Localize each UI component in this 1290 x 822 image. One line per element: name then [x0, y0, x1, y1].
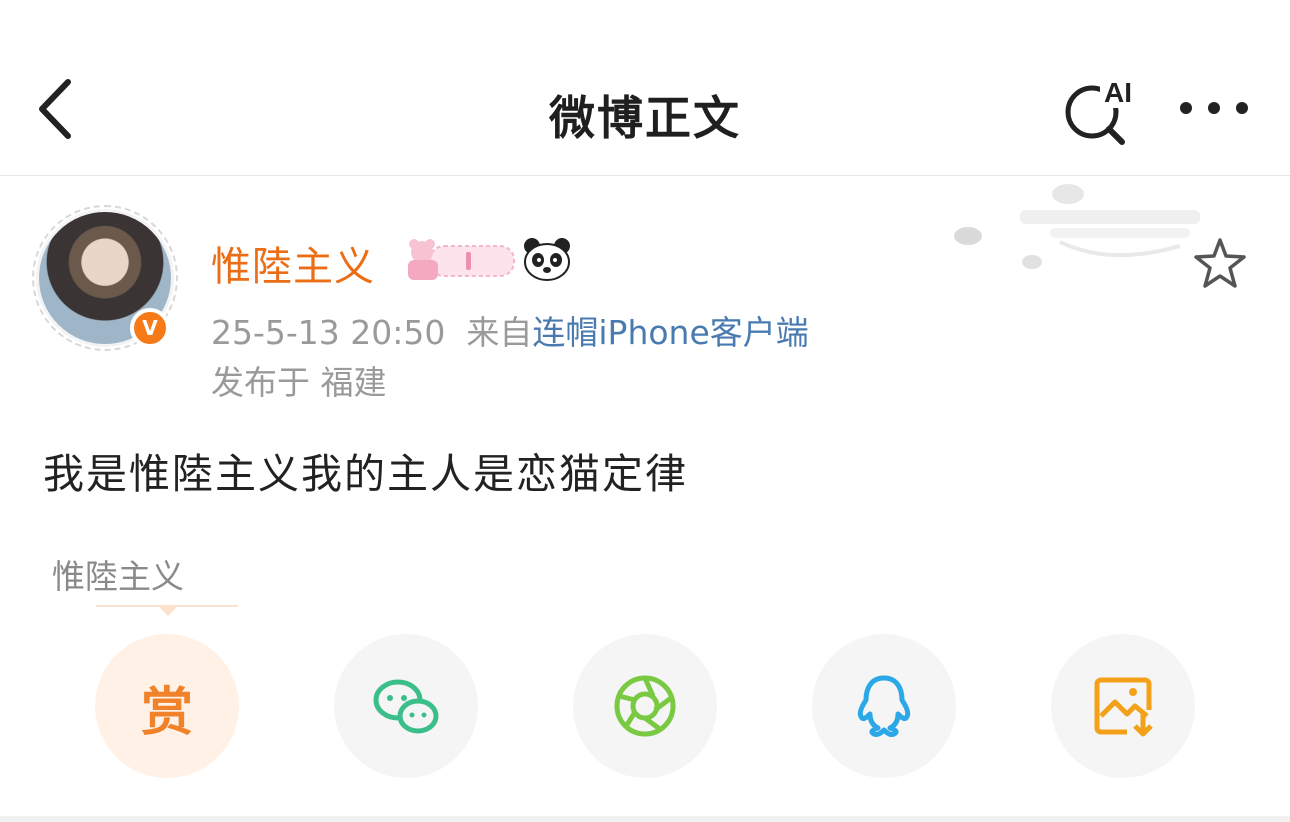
qq-share-button[interactable]: [812, 634, 956, 778]
save-image-icon: [1094, 677, 1153, 737]
moments-share-button[interactable]: [573, 634, 717, 778]
wechat-share-button[interactable]: [334, 634, 478, 778]
star-icon[interactable]: [1192, 236, 1248, 290]
ai-search-icon[interactable]: AI: [1060, 72, 1142, 148]
verified-badge: V: [130, 308, 170, 348]
post-meta: 25-5-13 20:50 来自连帽iPhone客户端: [211, 306, 809, 354]
bottom-divider: [0, 816, 1290, 822]
wechat-icon: [373, 679, 439, 734]
qq-icon: [857, 675, 911, 737]
reward-label: 赏: [140, 683, 193, 743]
from-label: 来自: [466, 313, 533, 352]
tip-arrow: [158, 606, 178, 616]
decorative-card-background: [940, 176, 1210, 300]
panda-icon: [522, 236, 572, 282]
nav-bar: 微博正文 AI: [0, 0, 1290, 176]
post-body: 我是惟陸主义我的主人是恋猫定律: [43, 450, 688, 498]
username[interactable]: 惟陸主义: [211, 234, 375, 292]
reward-button[interactable]: 赏: [95, 634, 239, 778]
save-image-button[interactable]: [1051, 634, 1195, 778]
location: 发布于 福建: [211, 363, 387, 402]
ai-label: AI: [1104, 77, 1132, 108]
tip-label: 惟陸主义: [52, 557, 184, 596]
member-badge-icon[interactable]: [400, 238, 516, 282]
more-icon[interactable]: [1176, 88, 1252, 128]
timestamp: 25-5-13 20:50: [211, 313, 446, 352]
moments-icon: [614, 675, 676, 737]
source-link[interactable]: 连帽iPhone客户端: [532, 313, 808, 352]
